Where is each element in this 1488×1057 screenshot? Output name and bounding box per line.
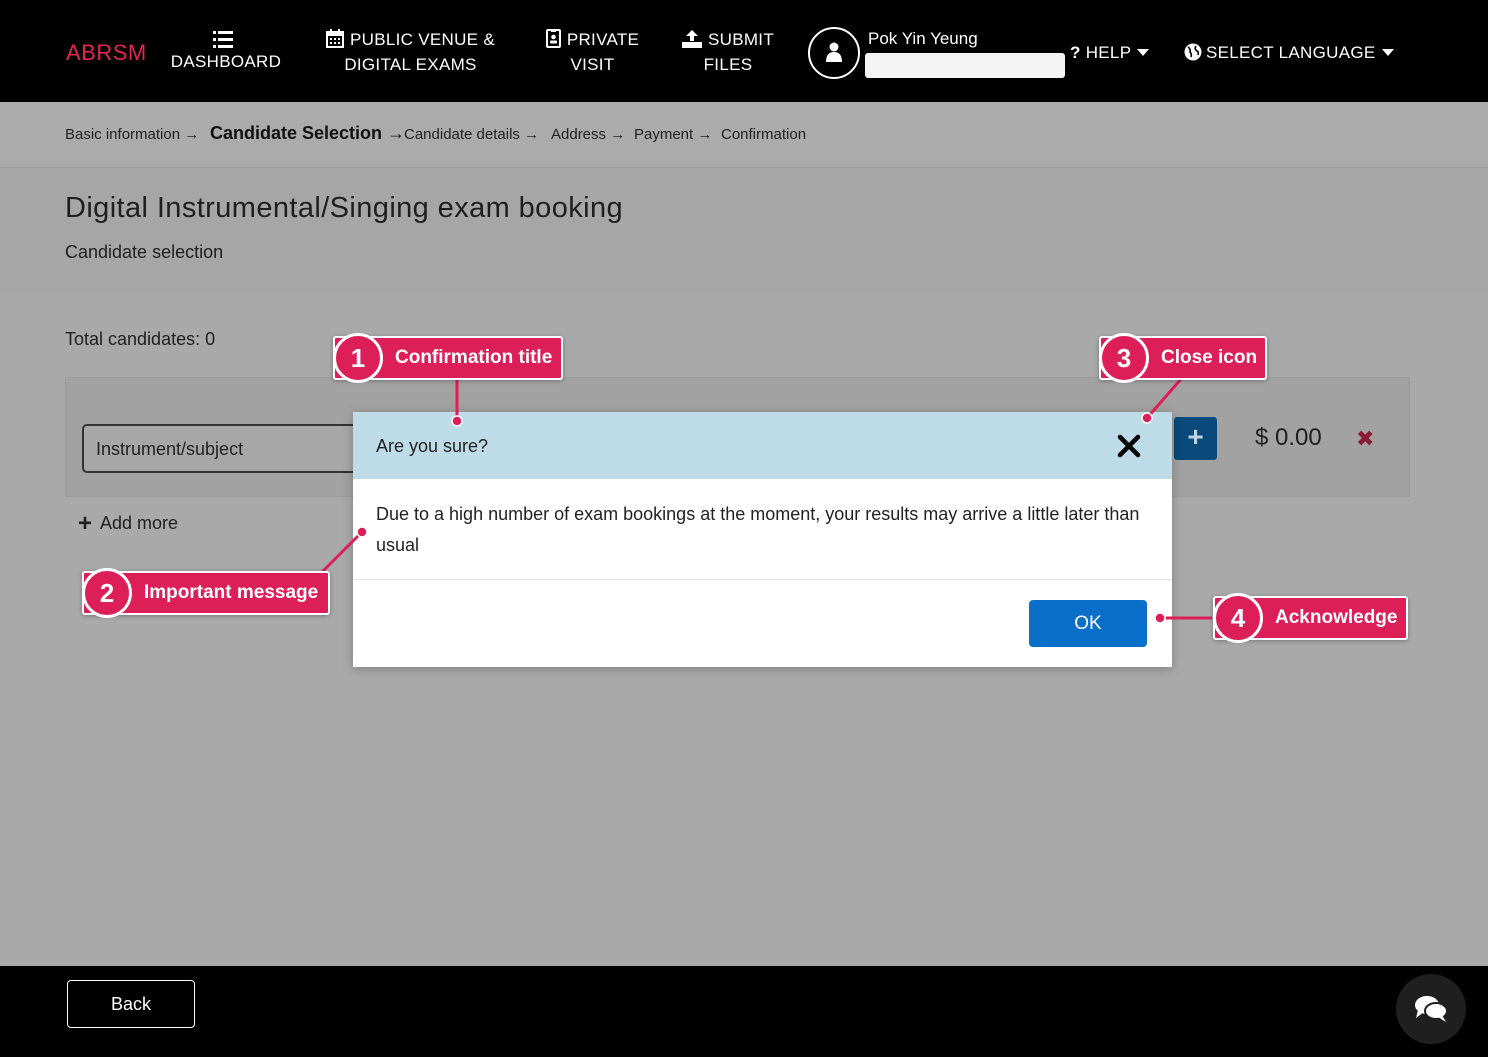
modal-message: Due to a high number of exam bookings at… bbox=[376, 504, 1140, 555]
chevron-down-icon bbox=[1381, 49, 1394, 56]
annotation-label: Acknowledge bbox=[1275, 607, 1398, 628]
annotation-label: Confirmation title bbox=[395, 347, 553, 368]
breadcrumb-step-candidate-selection[interactable]: Candidate Selection → bbox=[210, 123, 405, 144]
nav-private-visit[interactable]: PRIVATE VISIT bbox=[540, 27, 645, 77]
chevron-down-icon bbox=[1137, 49, 1150, 56]
nav-submit-files-line1: SUBMIT bbox=[707, 30, 775, 49]
page-title: Digital Instrumental/Singing exam bookin… bbox=[65, 192, 624, 224]
page-header: Digital Instrumental/Singing exam bookin… bbox=[0, 168, 1488, 295]
modal-header: Are you sure? bbox=[353, 412, 1172, 479]
remove-row-icon[interactable]: ✖ bbox=[1356, 426, 1374, 452]
annotation-number: 2 bbox=[82, 568, 132, 618]
plus-icon: + bbox=[1187, 421, 1204, 452]
help-label: HELP bbox=[1085, 43, 1132, 62]
user-avatar[interactable] bbox=[808, 27, 860, 79]
annotation-number: 3 bbox=[1099, 333, 1149, 383]
globe-icon bbox=[1184, 43, 1202, 61]
chat-button[interactable] bbox=[1396, 974, 1466, 1044]
breadcrumb-step-basic-information[interactable]: Basic information → bbox=[65, 126, 199, 143]
close-icon[interactable] bbox=[1117, 434, 1141, 458]
price-value: $ 0.00 bbox=[1255, 424, 1322, 451]
top-navigation: ABRSM DASHBOARD PUBLIC VENUE & DIGITAL E… bbox=[0, 0, 1488, 102]
annotation-label: Important message bbox=[144, 582, 319, 603]
add-more-button[interactable]: + Add more bbox=[78, 510, 178, 538]
nav-public-venue-line2: DIGITAL EXAMS bbox=[344, 55, 477, 74]
language-selector[interactable]: SELECT LANGUAGE bbox=[1184, 40, 1394, 65]
chat-bubbles-icon bbox=[1415, 996, 1448, 1022]
question-icon: ? bbox=[1070, 43, 1081, 62]
nav-submit-files[interactable]: SUBMIT FILES bbox=[672, 27, 784, 77]
breadcrumb-step-confirmation[interactable]: Confirmation bbox=[721, 126, 806, 143]
annotation-3: 3 Close icon bbox=[1099, 333, 1267, 383]
abrsm-logo[interactable]: ABRSM bbox=[66, 40, 147, 66]
breadcrumb-step-candidate-details[interactable]: Candidate details → bbox=[404, 126, 539, 143]
breadcrumb-step-address[interactable]: Address → bbox=[551, 126, 625, 143]
breadcrumb: Basic information → Candidate Selection … bbox=[0, 102, 1488, 168]
ok-button[interactable]: OK bbox=[1029, 600, 1147, 647]
nav-public-venue-line1: PUBLIC VENUE & bbox=[350, 30, 495, 49]
nav-dashboard-label: DASHBOARD bbox=[170, 52, 282, 71]
annotation-2: 2 Important message bbox=[82, 568, 330, 618]
upload-icon bbox=[681, 30, 702, 48]
list-icon bbox=[213, 31, 233, 48]
instrument-subject-input[interactable]: Instrument/subject bbox=[82, 424, 382, 473]
id-card-icon bbox=[545, 29, 561, 48]
user-name[interactable]: Pok Yin Yeung bbox=[868, 29, 978, 49]
footer-bar bbox=[0, 966, 1488, 1057]
nav-dashboard[interactable]: DASHBOARD bbox=[166, 27, 286, 74]
nav-private-visit-line2: VISIT bbox=[570, 55, 615, 74]
annotation-label: Close icon bbox=[1161, 347, 1258, 368]
user-icon bbox=[826, 42, 842, 62]
user-info-redacted bbox=[865, 53, 1065, 78]
add-more-label: Add more bbox=[100, 513, 179, 533]
annotation-number: 4 bbox=[1213, 593, 1263, 643]
annotation-1: 1 Confirmation title bbox=[333, 333, 563, 383]
language-label: SELECT LANGUAGE bbox=[1206, 43, 1376, 62]
nav-public-venue-digital-exams[interactable]: PUBLIC VENUE & DIGITAL EXAMS bbox=[318, 27, 503, 77]
calendar-icon bbox=[326, 29, 345, 48]
back-button[interactable]: Back bbox=[67, 980, 195, 1028]
nav-submit-files-line2: FILES bbox=[703, 55, 753, 74]
annotation-number: 1 bbox=[333, 333, 383, 383]
total-candidates: Total candidates: 0 bbox=[65, 329, 216, 349]
nav-private-visit-line1: PRIVATE bbox=[566, 30, 640, 49]
annotation-4: 4 Acknowledge bbox=[1213, 593, 1408, 643]
breadcrumb-step-payment[interactable]: Payment → bbox=[634, 126, 712, 143]
modal-title: Are you sure? bbox=[376, 436, 489, 456]
confirmation-modal: Are you sure? Due to a high number of ex… bbox=[353, 412, 1172, 667]
plus-icon: + bbox=[78, 510, 93, 537]
help-menu[interactable]: ? HELP bbox=[1070, 40, 1150, 65]
modal-divider bbox=[353, 579, 1172, 580]
page-subtitle: Candidate selection bbox=[65, 242, 224, 262]
add-candidate-button[interactable]: + bbox=[1174, 417, 1217, 460]
